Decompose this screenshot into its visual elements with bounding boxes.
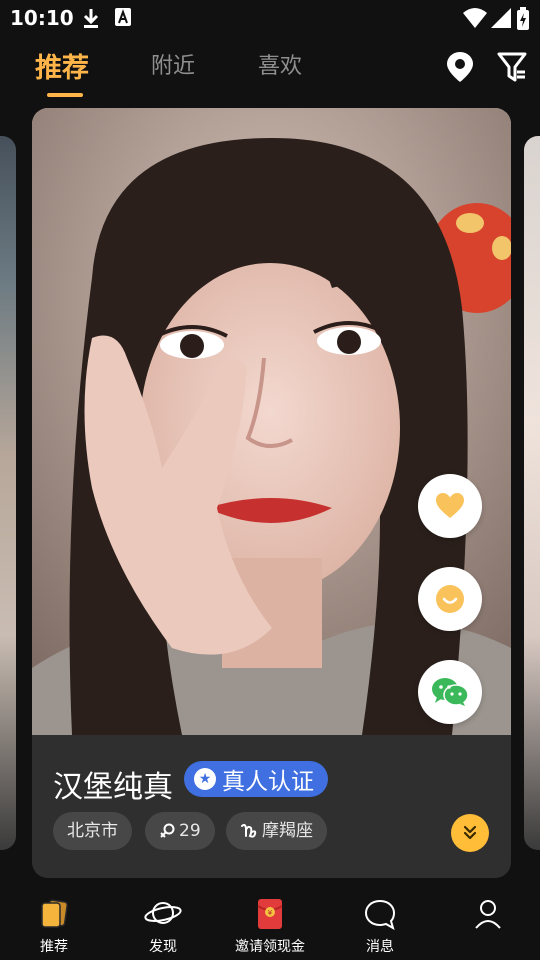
next-card-peek[interactable] — [524, 136, 540, 850]
nav-item-recommend[interactable]: 推荐 — [9, 888, 99, 960]
age-label: 29 — [179, 821, 201, 841]
nav-item-messages[interactable]: 消息 — [335, 888, 425, 960]
filter-icon[interactable] — [496, 50, 528, 84]
screen: 10:10 推荐 附近 喜欢 汉堡纯真 ★ 真人认证 北京市 29 摩羯座 推荐… — [0, 0, 540, 960]
expand-details-button[interactable] — [451, 814, 489, 852]
battery-charging-icon — [517, 7, 529, 30]
nav-item-invite-cash[interactable]: ¥ 邀请领现金 — [225, 888, 315, 960]
profile-card[interactable]: 汉堡纯真 ★ 真人认证 北京市 29 摩羯座 — [32, 108, 511, 878]
previous-card-peek[interactable] — [0, 136, 16, 850]
chat-bubble-icon — [364, 899, 396, 930]
wifi-icon — [463, 8, 487, 28]
svg-text:¥: ¥ — [268, 909, 273, 917]
profile-photo — [32, 108, 511, 735]
user-name: 汉堡纯真 — [53, 770, 173, 805]
portrait-illustration — [32, 108, 511, 735]
greet-button[interactable] — [418, 567, 482, 631]
profile-info: 汉堡纯真 ★ 真人认证 北京市 29 摩羯座 — [32, 735, 511, 878]
red-envelope-icon: ¥ — [257, 899, 283, 929]
star-icon: ★ — [194, 768, 216, 790]
wechat-button[interactable] — [418, 660, 482, 724]
nav-label-recommend: 推荐 — [40, 939, 68, 955]
cell-signal-icon — [491, 8, 511, 28]
verified-label: 真人认证 — [222, 769, 314, 795]
age-tag: 29 — [145, 812, 215, 850]
status-bar: 10:10 — [0, 0, 540, 38]
status-time: 10:10 — [10, 6, 74, 30]
city-label: 北京市 — [67, 821, 118, 841]
active-tab-indicator — [47, 93, 83, 97]
profile-icon — [475, 900, 501, 929]
female-symbol-icon — [160, 823, 175, 838]
heart-icon — [436, 493, 464, 518]
verified-badge: ★ 真人认证 — [184, 761, 328, 797]
wechat-icon — [432, 678, 469, 706]
like-button[interactable] — [418, 474, 482, 538]
cards-icon — [41, 899, 68, 928]
tab-nearby[interactable]: 附近 — [151, 48, 195, 80]
nav-label-discover: 发现 — [149, 939, 177, 955]
nav-label-messages: 消息 — [366, 939, 394, 955]
bottom-nav: 推荐 发现 ¥ 邀请领现金 消息 — [0, 888, 540, 960]
accessibility-a-icon — [115, 8, 131, 26]
nav-item-profile[interactable] — [443, 888, 533, 960]
city-tag: 北京市 — [53, 812, 132, 850]
tab-likes[interactable]: 喜欢 — [258, 48, 302, 80]
zodiac-tag: 摩羯座 — [226, 812, 327, 850]
nav-item-discover[interactable]: 发现 — [118, 888, 208, 960]
location-pin-icon[interactable] — [444, 50, 476, 84]
tab-recommend[interactable]: 推荐 — [35, 46, 89, 85]
download-icon — [83, 9, 99, 28]
smile-icon — [436, 585, 464, 613]
planet-icon — [144, 902, 182, 924]
capricorn-icon — [241, 823, 257, 838]
nav-label-invite-cash: 邀请领现金 — [235, 939, 305, 955]
double-chevron-down-icon — [463, 825, 477, 840]
zodiac-label: 摩羯座 — [262, 821, 313, 841]
